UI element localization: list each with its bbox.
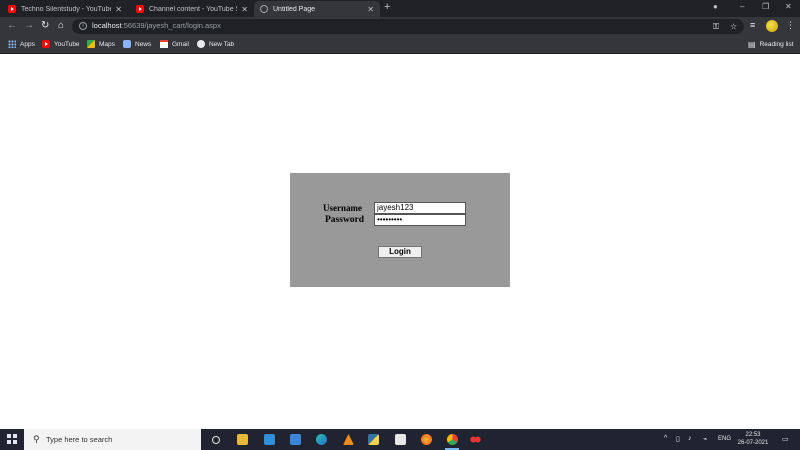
network-icon[interactable]: ⌁ bbox=[703, 435, 707, 443]
minimize-icon[interactable]: – bbox=[740, 2, 744, 11]
task-view-icon[interactable] bbox=[212, 436, 220, 444]
tab-title: Untitled Page bbox=[273, 5, 316, 13]
taskbar: ⚲ Type here to search ^ ▯ ♪ ⌁ ENG 22:53 … bbox=[0, 429, 800, 450]
bookmark-label: YouTube bbox=[54, 40, 80, 48]
tab-youtube-studio[interactable]: Channel content - YouTube Studio ✕ bbox=[130, 1, 254, 17]
tab-title: Techno Silentstudy - YouTube bbox=[21, 5, 112, 13]
bookmark-news[interactable]: News bbox=[123, 40, 151, 48]
address-bar[interactable]: i localhost:56639/jayesh_cart/login.aspx… bbox=[72, 19, 744, 34]
forward-icon[interactable]: → bbox=[24, 20, 34, 32]
search-icon: ⚲ bbox=[33, 434, 40, 444]
notification-icon[interactable]: ▭ bbox=[782, 435, 789, 443]
password-label: Password bbox=[325, 215, 365, 225]
new-tab-button[interactable]: + bbox=[384, 1, 390, 13]
bookmark-label: Maps bbox=[99, 40, 115, 48]
youtube-icon bbox=[42, 40, 50, 48]
vlc-icon[interactable] bbox=[343, 434, 354, 445]
browser-toolbar: ← → ↻ ⌂ i localhost:56639/jayesh_cart/lo… bbox=[0, 17, 800, 36]
file-explorer-icon[interactable] bbox=[237, 434, 248, 445]
info-icon[interactable]: i bbox=[79, 22, 87, 30]
username-field[interactable]: jayesh123 bbox=[374, 202, 466, 214]
chevron-up-icon[interactable]: ^ bbox=[664, 435, 667, 442]
bookmarks-bar: Apps YouTube Maps News Gmail New Tab ▤ Re… bbox=[0, 36, 800, 54]
login-panel: Username Password jayesh123 ••••••••• Lo… bbox=[290, 173, 510, 287]
url-text[interactable]: localhost:56639/jayesh_cart/login.aspx bbox=[92, 21, 221, 30]
reading-list-button[interactable]: ▤ Reading list bbox=[748, 40, 794, 49]
reading-list-label: Reading list bbox=[759, 41, 794, 48]
taskbar-search[interactable]: ⚲ Type here to search bbox=[24, 429, 201, 450]
bookmark-youtube[interactable]: YouTube bbox=[42, 40, 80, 48]
bookmark-maps[interactable]: Maps bbox=[87, 40, 115, 48]
bookmark-label: New Tab bbox=[209, 40, 235, 48]
maps-icon bbox=[87, 40, 95, 48]
profile-dot-icon[interactable]: ● bbox=[713, 2, 718, 11]
password-field[interactable]: ••••••••• bbox=[374, 214, 466, 226]
close-icon[interactable]: ✕ bbox=[367, 5, 374, 14]
tab-title: Channel content - YouTube Studio bbox=[149, 5, 237, 13]
clock[interactable]: 22:53 26-07-2021 bbox=[735, 431, 771, 447]
close-window-icon[interactable]: ✕ bbox=[785, 2, 792, 11]
firefox-icon[interactable] bbox=[421, 434, 432, 445]
tab-youtube[interactable]: Techno Silentstudy - YouTube ✕ bbox=[2, 1, 128, 17]
globe-icon bbox=[260, 5, 268, 13]
teams-icon[interactable] bbox=[264, 434, 275, 445]
close-icon[interactable]: ✕ bbox=[241, 5, 248, 14]
python-icon[interactable] bbox=[368, 434, 379, 445]
login-button[interactable]: Login bbox=[378, 246, 422, 258]
star-icon[interactable]: ☆ bbox=[730, 22, 737, 31]
reading-list-icon: ▤ bbox=[748, 40, 756, 49]
url-path: :56639/jayesh_cart/login.aspx bbox=[121, 21, 221, 30]
apps-grid-icon bbox=[8, 40, 16, 48]
windows-start-icon[interactable] bbox=[7, 434, 17, 444]
tab-untitled-page[interactable]: Untitled Page ✕ bbox=[254, 1, 380, 17]
gmail-icon bbox=[160, 40, 168, 48]
maximize-icon[interactable]: ❐ bbox=[762, 2, 769, 11]
clock-time: 22:53 bbox=[745, 432, 761, 438]
home-icon[interactable]: ⌂ bbox=[58, 20, 64, 32]
avatar[interactable] bbox=[766, 20, 778, 32]
app-icon[interactable] bbox=[470, 434, 481, 445]
language-indicator[interactable]: ENG bbox=[718, 436, 731, 442]
reload-icon[interactable]: ↻ bbox=[41, 20, 49, 32]
close-icon[interactable]: ✕ bbox=[115, 5, 122, 14]
store-icon[interactable] bbox=[395, 434, 406, 445]
volume-icon[interactable]: ♪ bbox=[688, 435, 692, 442]
search-placeholder: Type here to search bbox=[46, 435, 113, 444]
bookmark-label: Gmail bbox=[172, 40, 189, 48]
chrome-icon[interactable] bbox=[447, 434, 458, 445]
url-host: localhost bbox=[92, 21, 122, 30]
bookmark-label: News bbox=[135, 40, 152, 48]
back-icon[interactable]: ← bbox=[7, 20, 17, 32]
youtube-icon bbox=[136, 5, 144, 13]
mail-icon[interactable] bbox=[290, 434, 301, 445]
news-icon bbox=[123, 40, 131, 48]
menu-icon[interactable]: ⋮ bbox=[786, 20, 795, 31]
key-icon[interactable]: ⚿ bbox=[713, 22, 719, 32]
new-tab-icon bbox=[197, 40, 205, 48]
youtube-icon bbox=[8, 5, 16, 13]
tab-strip: Techno Silentstudy - YouTube ✕ Channel c… bbox=[0, 0, 800, 17]
clock-date: 26-07-2021 bbox=[737, 440, 769, 446]
page-content: Username Password jayesh123 ••••••••• Lo… bbox=[0, 54, 800, 429]
battery-icon[interactable]: ▯ bbox=[676, 435, 680, 443]
bookmark-gmail[interactable]: Gmail bbox=[160, 40, 189, 48]
username-label: Username bbox=[323, 203, 362, 213]
bookmark-apps[interactable]: Apps bbox=[8, 40, 35, 48]
reading-queue-icon[interactable]: ≡ bbox=[750, 20, 755, 30]
bookmark-new-tab[interactable]: New Tab bbox=[197, 40, 234, 48]
bookmark-label: Apps bbox=[20, 40, 35, 48]
edge-icon[interactable] bbox=[316, 434, 327, 445]
